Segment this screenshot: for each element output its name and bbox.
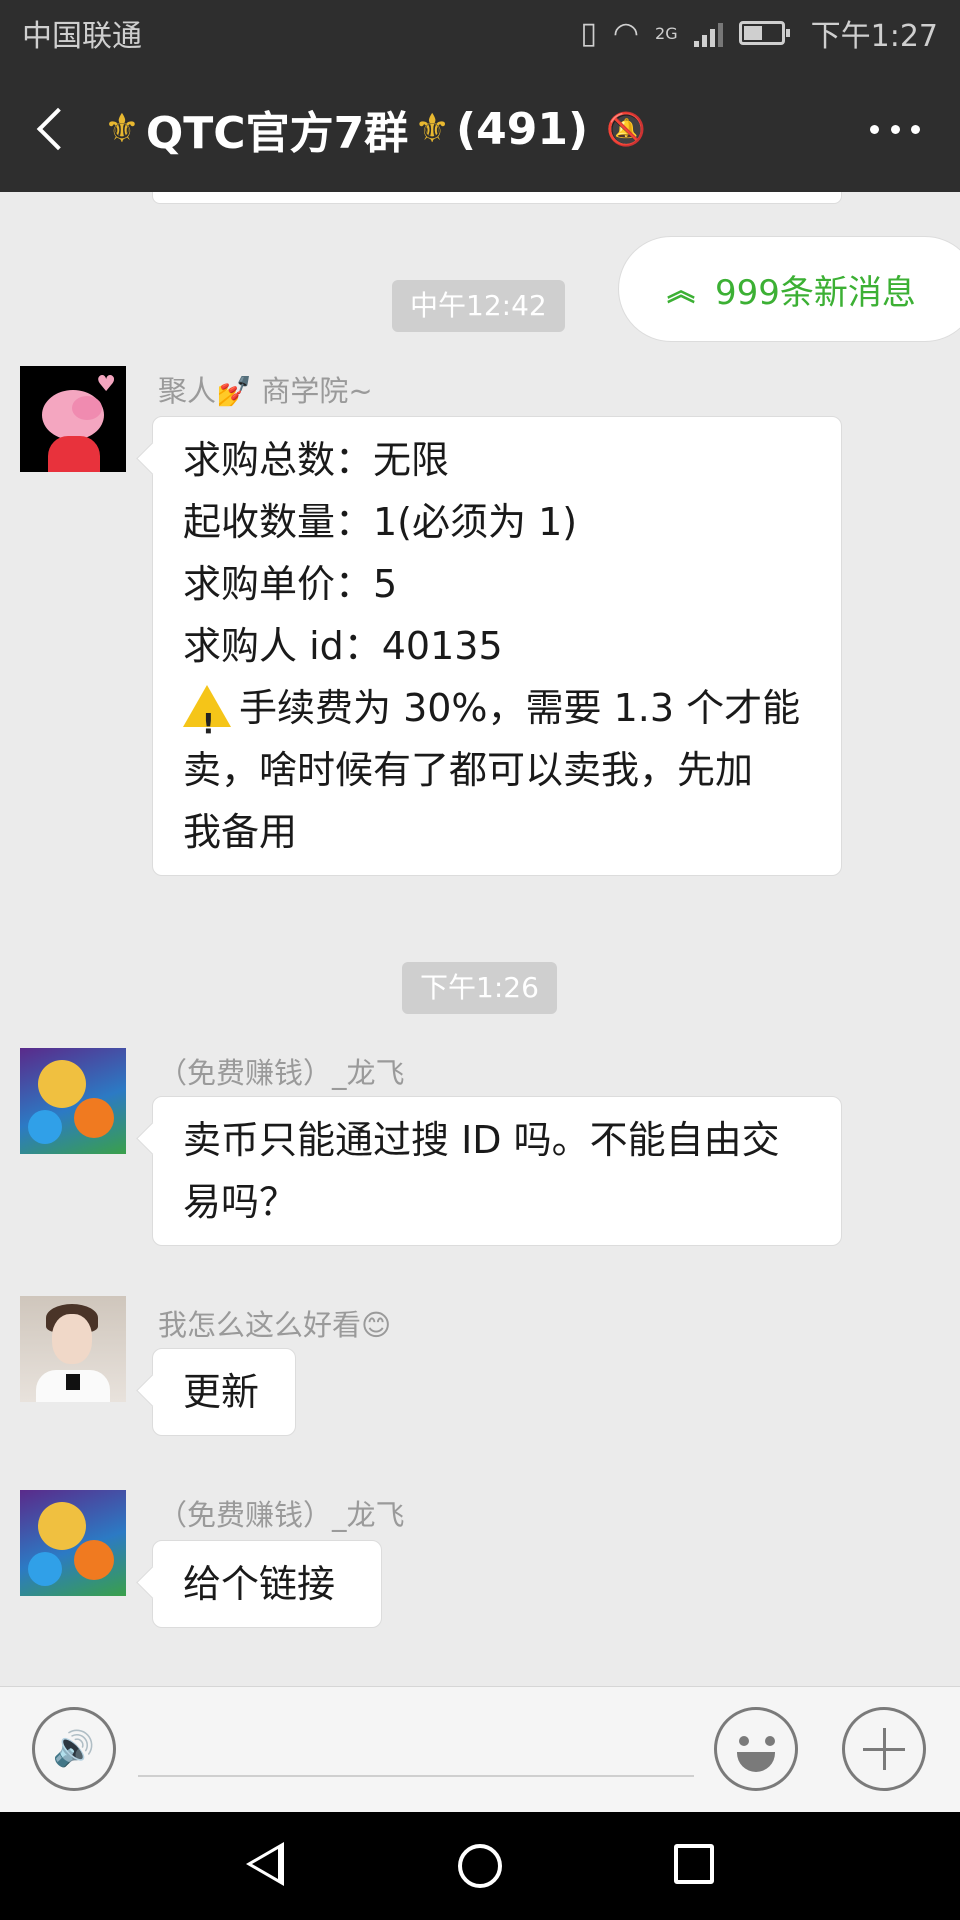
message-line: 起收数量：1(必须为 1) <box>183 500 578 544</box>
crown-icon: ⚜ <box>414 106 451 152</box>
carrier-name: 中国联通 <box>22 19 142 54</box>
back-button[interactable] <box>0 66 104 192</box>
crown-icon: ⚜ <box>104 106 140 152</box>
message-line: 给个链接 <box>183 1562 336 1606</box>
mute-bell-icon: 🔕 <box>606 110 646 148</box>
peppa-pig-avatar[interactable]: ♥ <box>20 366 126 472</box>
previous-message-bubble <box>152 192 842 204</box>
avatar-shape <box>74 1098 114 1138</box>
emoji-button[interactable] <box>714 1707 798 1791</box>
nav-home-icon[interactable] <box>458 1844 502 1888</box>
message-line: 求购单价：5 <box>183 562 398 606</box>
message-line-warning: 手续费为 30%，需要 1.3 个才能 <box>183 677 811 755</box>
chat-header: ⚜ QTC官方7群 ⚜ (491) 🔕 <box>0 66 960 192</box>
avatar-shape <box>74 1540 114 1580</box>
chat-title: ⚜ QTC官方7群 ⚜ (491) 🔕 <box>104 97 646 161</box>
message-bubble[interactable]: 更新 <box>152 1348 296 1436</box>
message-line: 求购总数：无限 <box>183 438 450 482</box>
sender-name: （免费赚钱）_龙飞 <box>158 1056 405 1090</box>
message-bubble[interactable]: 给个链接 <box>152 1540 382 1628</box>
message-line: 卖币只能通过搜 ID 吗。不能自由交 <box>183 1118 780 1162</box>
avatar-shape <box>48 436 100 472</box>
network-type: 2G <box>655 23 678 43</box>
avatar-shape <box>28 1110 62 1144</box>
status-icons: ▯ ◠ 2G 下午1:27 <box>580 11 938 55</box>
message-bubble[interactable]: 求购总数：无限 起收数量：1(必须为 1) 求购单价：5 求购人 id：4013… <box>152 416 842 876</box>
message-line: 卖，啥时候有了都可以卖我，先加 <box>183 748 754 792</box>
timestamp: 中午12:42 <box>392 280 565 332</box>
back-arrow-icon <box>36 107 80 151</box>
more-options-button[interactable] <box>870 106 920 152</box>
new-messages-label: 999条新消息 <box>715 272 916 313</box>
new-messages-button[interactable]: ︽ 999条新消息 <box>618 236 960 342</box>
double-chevron-up-icon: ︽ <box>667 274 696 307</box>
dot <box>890 124 900 134</box>
message-line: 更新 <box>183 1370 260 1414</box>
message-line: 手续费为 30%，需要 1.3 个才能 <box>239 686 801 730</box>
sender-name: 聚人💅 商学院~ <box>158 374 373 408</box>
message-bubble[interactable]: 卖币只能通过搜 ID 吗。不能自由交 易吗？ <box>152 1096 842 1246</box>
vibrate-icon: ▯ <box>580 15 597 51</box>
status-time: 下午1:27 <box>810 19 938 54</box>
message-input-bar: 🔊 <box>0 1686 960 1812</box>
member-count: (491) <box>456 103 589 155</box>
avatar-shape <box>28 1552 62 1586</box>
warning-icon <box>183 685 231 755</box>
voice-button[interactable]: 🔊 <box>32 1707 116 1791</box>
message-input[interactable] <box>138 1717 694 1777</box>
game-characters-avatar[interactable] <box>20 1490 126 1596</box>
nav-recent-apps-icon[interactable] <box>674 1844 714 1884</box>
message-line: 求购人 id：40135 <box>183 624 503 668</box>
battery-icon <box>738 21 790 45</box>
timestamp: 下午1:26 <box>402 962 557 1014</box>
emoji-icon <box>765 1736 775 1746</box>
emoji-icon <box>737 1752 775 1772</box>
heart-icon: ♥ <box>96 372 116 397</box>
avatar-shape <box>38 1502 86 1550</box>
dot <box>911 124 920 134</box>
message-line: 我备用 <box>183 810 298 854</box>
nav-back-icon[interactable] <box>246 1842 284 1886</box>
group-name: QTC官方7群 <box>145 108 409 159</box>
avatar-shape <box>66 1374 80 1390</box>
chat-message-list[interactable]: ︽ 999条新消息 中午12:42 ♥ 聚人💅 商学院~ 求购总数：无限 起收数… <box>0 192 960 1686</box>
voice-icon: 🔊 <box>52 1729 96 1769</box>
dot <box>870 124 879 134</box>
avatar-shape <box>38 1060 86 1108</box>
sender-name: 我怎么这么好看😊 <box>158 1308 392 1342</box>
game-characters-avatar[interactable] <box>20 1048 126 1154</box>
sender-name: （免费赚钱）_龙飞 <box>158 1498 405 1532</box>
young-man-avatar[interactable] <box>20 1296 126 1402</box>
signal-icon <box>693 19 723 47</box>
system-nav-bar <box>0 1812 960 1920</box>
avatar-shape <box>52 1314 92 1364</box>
wifi-icon: ◠ <box>612 15 640 51</box>
message-line: 易吗？ <box>183 1180 298 1224</box>
status-bar: 中国联通 ▯ ◠ 2G 下午1:27 <box>0 0 960 66</box>
more-actions-button[interactable] <box>842 1707 926 1791</box>
emoji-icon <box>739 1736 749 1746</box>
avatar-shape <box>72 396 102 420</box>
